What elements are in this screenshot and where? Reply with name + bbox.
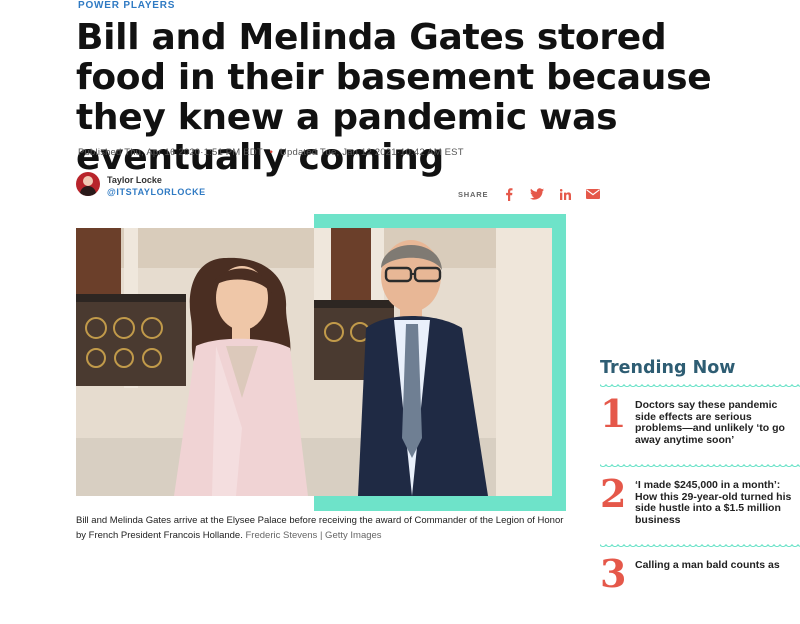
image-caption: Bill and Melinda Gates arrive at the Ely…	[76, 514, 566, 543]
wavy-divider	[600, 384, 800, 390]
trending-item-title[interactable]: Calling a man bald counts as	[635, 559, 797, 572]
trending-item-number: 2	[600, 471, 627, 516]
trending-item[interactable]: 1 Doctors say these pandemic side effect…	[600, 394, 800, 464]
trending-item-title[interactable]: ‘I made $245,000 in a month’: How this 2…	[635, 479, 797, 526]
trending-item-number: 1	[600, 391, 627, 436]
photo-illustration	[76, 228, 552, 496]
share-label: SHARE	[458, 189, 489, 199]
updated-date: Updated Tue, Jan 12 2021·10:42 AM EST	[279, 147, 464, 158]
trending-title: Trending Now	[600, 358, 736, 378]
linkedin-icon[interactable]	[558, 187, 572, 201]
photo-credit: Frederic Stevens | Getty Images	[245, 529, 382, 541]
facebook-icon[interactable]	[502, 187, 516, 201]
trending-now-module: Trending Now 1 Doctors say these pandemi…	[600, 358, 800, 624]
email-icon[interactable]	[586, 187, 601, 201]
trending-item-number: 3	[600, 551, 627, 596]
date-separator: •	[269, 147, 274, 158]
article-hero-image	[76, 228, 552, 496]
section-kicker[interactable]: POWER PLAYERS	[78, 0, 175, 11]
trending-item[interactable]: 2 ‘I made $245,000 in a month’: How this…	[600, 474, 800, 544]
share-bar: SHARE	[458, 186, 601, 202]
published-date: Published Thu, Apr 16 2020·1:51 PM EDT	[78, 147, 263, 158]
twitter-icon[interactable]	[530, 187, 545, 201]
author-twitter-handle[interactable]: @ITSTAYLORLOCKE	[107, 187, 206, 197]
trending-item[interactable]: 3 Calling a man bald counts as	[600, 554, 800, 624]
trending-item-title[interactable]: Doctors say these pandemic side effects …	[635, 399, 797, 446]
author-name[interactable]: Taylor Locke	[107, 175, 162, 185]
author-avatar[interactable]	[76, 172, 100, 196]
wavy-divider	[600, 464, 800, 470]
wavy-divider	[600, 544, 800, 550]
article-dates: Published Thu, Apr 16 2020·1:51 PM EDT •…	[78, 147, 464, 158]
